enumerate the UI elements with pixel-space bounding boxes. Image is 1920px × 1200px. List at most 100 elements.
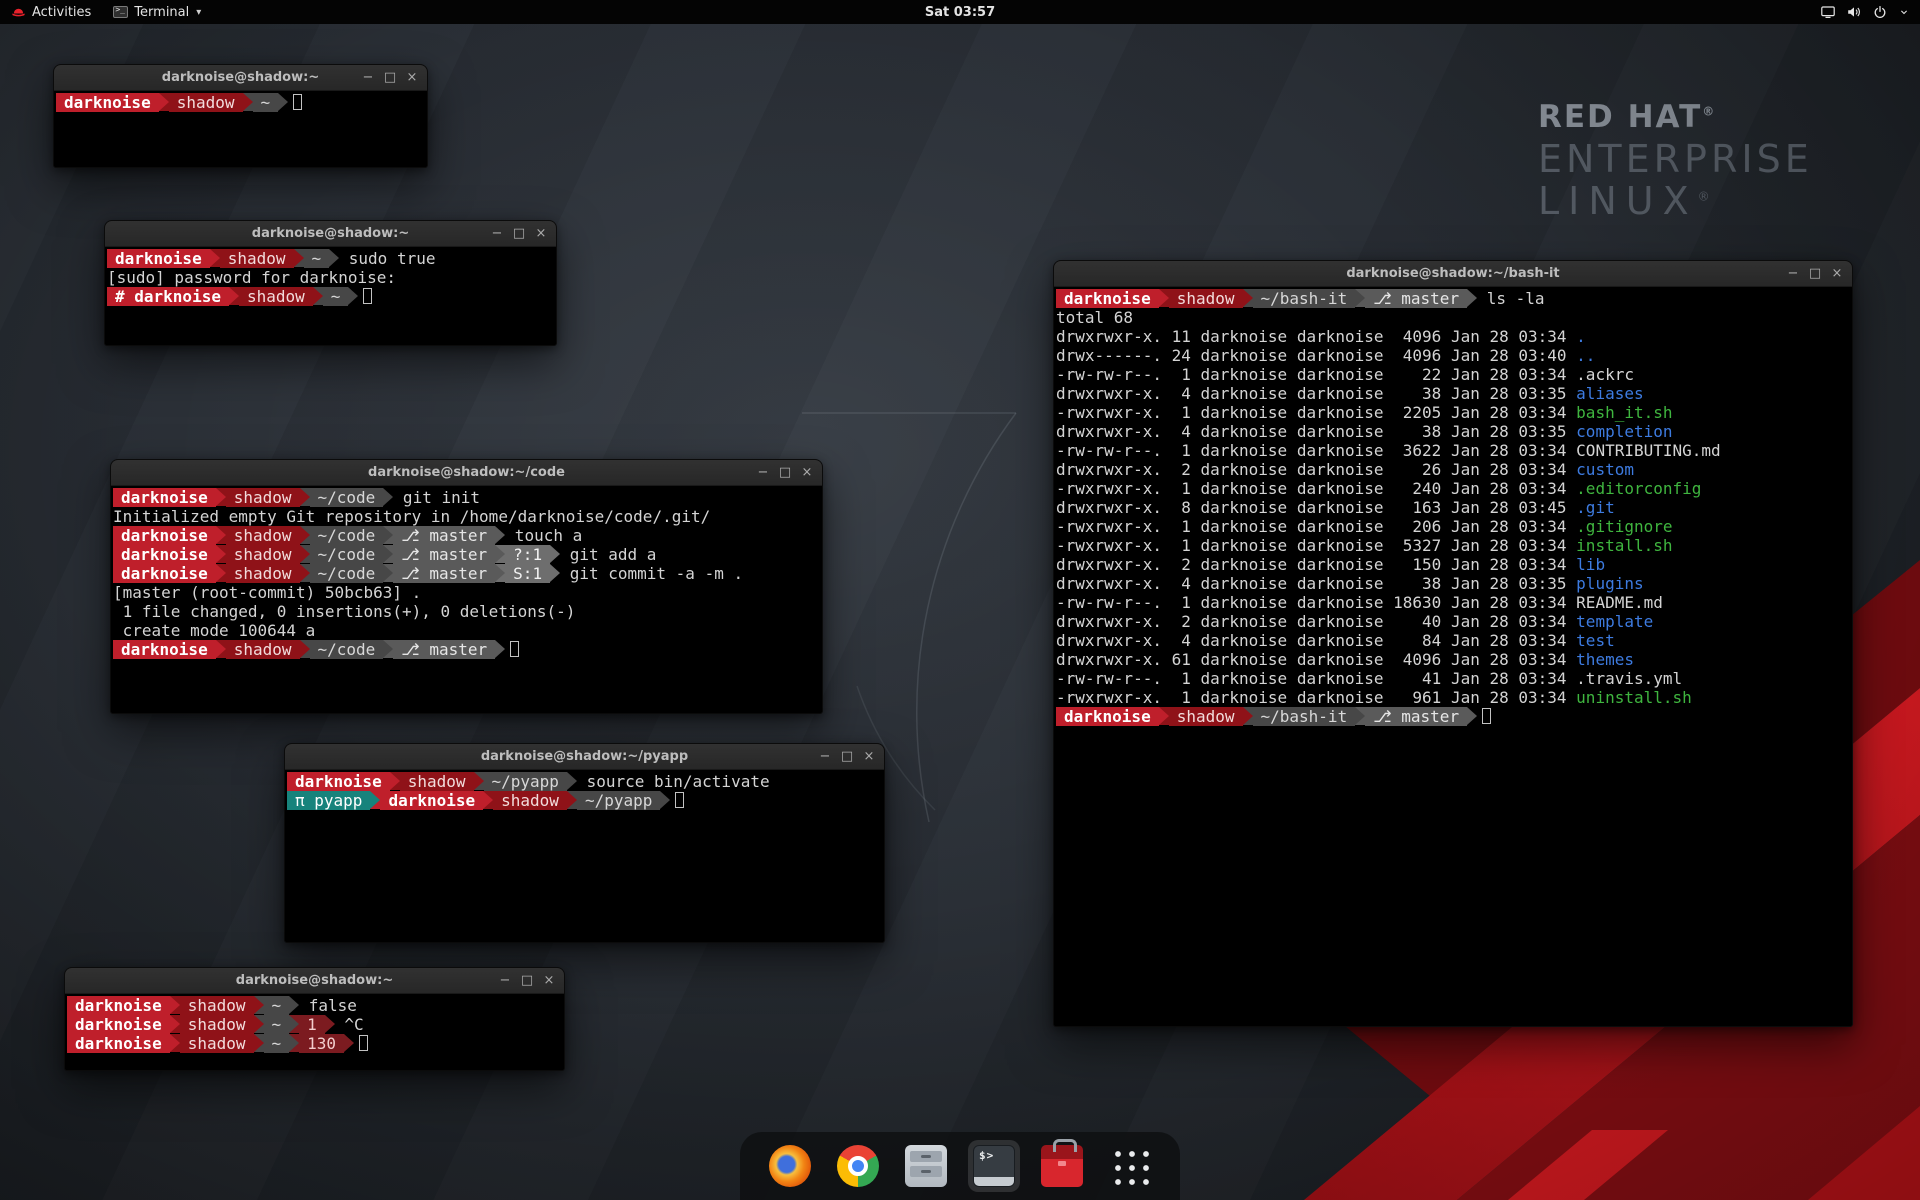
minimize-button[interactable]: −: [494, 968, 516, 994]
prompt-segment-git: ⎇ master: [393, 545, 495, 564]
terminal-window-w4[interactable]: darknoise@shadow:~/pyapp−□×darknoiseshad…: [284, 743, 885, 943]
prompt-segment-path: ~/pyapp: [577, 791, 660, 810]
activities-button[interactable]: Activities: [0, 0, 102, 24]
maximize-button[interactable]: □: [379, 65, 401, 91]
terminal-window-w3[interactable]: darknoise@shadow:~/code−□×darknoiseshado…: [110, 459, 823, 714]
dock-terminal-button[interactable]: [968, 1140, 1020, 1192]
terminal-content[interactable]: darknoiseshadow~ sudo true[sudo] passwor…: [105, 247, 556, 345]
terminal-text: drwxrwxr-x. 2 darknoise darknoise 150 Ja…: [1056, 555, 1576, 574]
window-titlebar[interactable]: darknoise@shadow:~−□×: [65, 968, 564, 994]
powerline-arrow: [550, 564, 560, 582]
app-menu-label: Terminal: [134, 5, 189, 20]
executable-name: bash_it.sh: [1576, 403, 1672, 422]
powerline-arrow: [159, 93, 169, 111]
terminal-line: darknoiseshadow~ sudo true: [107, 249, 556, 268]
close-button[interactable]: ×: [1826, 261, 1848, 287]
terminal-content[interactable]: darknoiseshadow~/bash-it⎇ master ls -la t…: [1054, 287, 1852, 1026]
minimize-button[interactable]: −: [486, 221, 508, 247]
terminal-window-w5[interactable]: darknoise@shadow:~−□×darknoiseshadow~ fa…: [64, 967, 565, 1071]
minimize-button[interactable]: −: [752, 460, 774, 486]
terminal-text: 1 file changed, 0 insertions(+), 0 delet…: [113, 602, 575, 621]
windows-layer: darknoise@shadow:~−□×darknoiseshadow~dar…: [0, 0, 1920, 1200]
minimize-button[interactable]: −: [1782, 261, 1804, 287]
terminal-line: [master (root-commit) 50bcb63] .: [113, 583, 822, 602]
terminal-line: darknoiseshadow~/code git init: [113, 488, 822, 507]
terminal-text: total 68: [1056, 308, 1133, 327]
terminal-window-w1[interactable]: darknoise@shadow:~−□× darknoiseshadow~: [53, 64, 428, 168]
terminal-line: -rw-rw-r--. 1 darknoise darknoise 41 Jan…: [1056, 669, 1852, 688]
window-controls: −□×: [486, 221, 552, 247]
executable-name: uninstall.sh: [1576, 688, 1692, 707]
executable-name: .editorconfig: [1576, 479, 1701, 498]
window-titlebar[interactable]: darknoise@shadow:~−□×: [54, 65, 427, 91]
prompt-segment-path: ~/code: [310, 564, 384, 583]
clock[interactable]: Sat 03:57: [925, 5, 995, 20]
powerline-arrow: [567, 791, 577, 809]
maximize-button[interactable]: □: [508, 221, 530, 247]
firefox-icon: [769, 1145, 811, 1187]
terminal-content[interactable]: darknoiseshadow~: [54, 91, 427, 167]
maximize-button[interactable]: □: [516, 968, 538, 994]
powerline-arrow: [495, 526, 505, 544]
directory-name: plugins: [1576, 574, 1643, 593]
power-icon[interactable]: [1872, 4, 1888, 20]
desktop: RED HAT® ENTERPRISE LINUX® darknoise@sha…: [0, 0, 1920, 1200]
prompt-segment-host: shadow: [220, 249, 294, 268]
close-button[interactable]: ×: [530, 221, 552, 247]
directory-name: lib: [1576, 555, 1605, 574]
close-button[interactable]: ×: [796, 460, 818, 486]
terminal-line: drwxrwxr-x. 4 darknoise darknoise 38 Jan…: [1056, 574, 1852, 593]
terminal-cursor: [510, 641, 519, 657]
powerline-arrow: [229, 287, 239, 305]
window-titlebar[interactable]: darknoise@shadow:~/pyapp−□×: [285, 744, 884, 770]
dock-firefox-button[interactable]: [764, 1140, 816, 1192]
minimize-button[interactable]: −: [357, 65, 379, 91]
window-titlebar[interactable]: darknoise@shadow:~/code−□×: [111, 460, 822, 486]
maximize-button[interactable]: □: [836, 744, 858, 770]
dock-chrome-button[interactable]: [832, 1140, 884, 1192]
chevron-down-icon[interactable]: [1898, 6, 1910, 18]
window-controls: −□×: [494, 968, 560, 994]
terminal-window-w2[interactable]: darknoise@shadow:~−□×darknoiseshadow~ su…: [104, 220, 557, 346]
maximize-button[interactable]: □: [774, 460, 796, 486]
system-status-area[interactable]: [1820, 0, 1920, 24]
terminal-line: darknoiseshadow~: [56, 93, 427, 112]
window-title: darknoise@shadow:~/bash-it: [1114, 261, 1792, 287]
volume-icon[interactable]: [1846, 4, 1862, 20]
powerline-arrow: [216, 488, 226, 506]
terminal-content[interactable]: darknoiseshadow~/code git initInitialize…: [111, 486, 822, 713]
terminal-text: ls -la: [1477, 289, 1544, 308]
powerline-arrow: [216, 526, 226, 544]
terminal-text: source bin/activate: [577, 772, 770, 791]
close-button[interactable]: ×: [401, 65, 423, 91]
close-button[interactable]: ×: [538, 968, 560, 994]
terminal-line: drwx------. 24 darknoise darknoise 4096 …: [1056, 346, 1852, 365]
prompt-segment-user: darknoise: [1056, 707, 1159, 726]
maximize-button[interactable]: □: [1804, 261, 1826, 287]
powerline-arrow: [1159, 707, 1169, 725]
close-button[interactable]: ×: [858, 744, 880, 770]
dock-software-button[interactable]: [1036, 1140, 1088, 1192]
terminal-line: darknoiseshadow~/bash-it⎇ master: [1056, 707, 1852, 726]
prompt-segment-git: ⎇ master: [393, 526, 495, 545]
app-menu-button[interactable]: Terminal ▾: [102, 0, 212, 24]
terminal-content[interactable]: darknoiseshadow~ falsedarknoiseshadow~1 …: [65, 994, 564, 1070]
minimize-button[interactable]: −: [814, 744, 836, 770]
terminal-line: Initialized empty Git repository in /hom…: [113, 507, 822, 526]
display-icon[interactable]: [1820, 4, 1836, 20]
directory-name: custom: [1576, 460, 1634, 479]
terminal-content[interactable]: darknoiseshadow~/pyapp source bin/activa…: [285, 770, 884, 942]
prompt-segment-host: shadow: [226, 545, 300, 564]
powerline-arrow: [383, 545, 393, 563]
terminal-cursor: [675, 792, 684, 808]
terminal-cursor: [359, 1035, 368, 1051]
dock-app-grid-button[interactable]: [1104, 1140, 1156, 1192]
window-controls: −□×: [814, 744, 880, 770]
terminal-window-w6[interactable]: darknoise@shadow:~/bash-it−□×darknoisesh…: [1053, 260, 1853, 1027]
directory-name: template: [1576, 612, 1653, 631]
window-titlebar[interactable]: darknoise@shadow:~/bash-it−□×: [1054, 261, 1852, 287]
terminal-line: -rwxrwxr-x. 1 darknoise darknoise 961 Ja…: [1056, 688, 1852, 707]
window-titlebar[interactable]: darknoise@shadow:~−□×: [105, 221, 556, 247]
powerline-arrow: [243, 93, 253, 111]
dock-files-button[interactable]: [900, 1140, 952, 1192]
